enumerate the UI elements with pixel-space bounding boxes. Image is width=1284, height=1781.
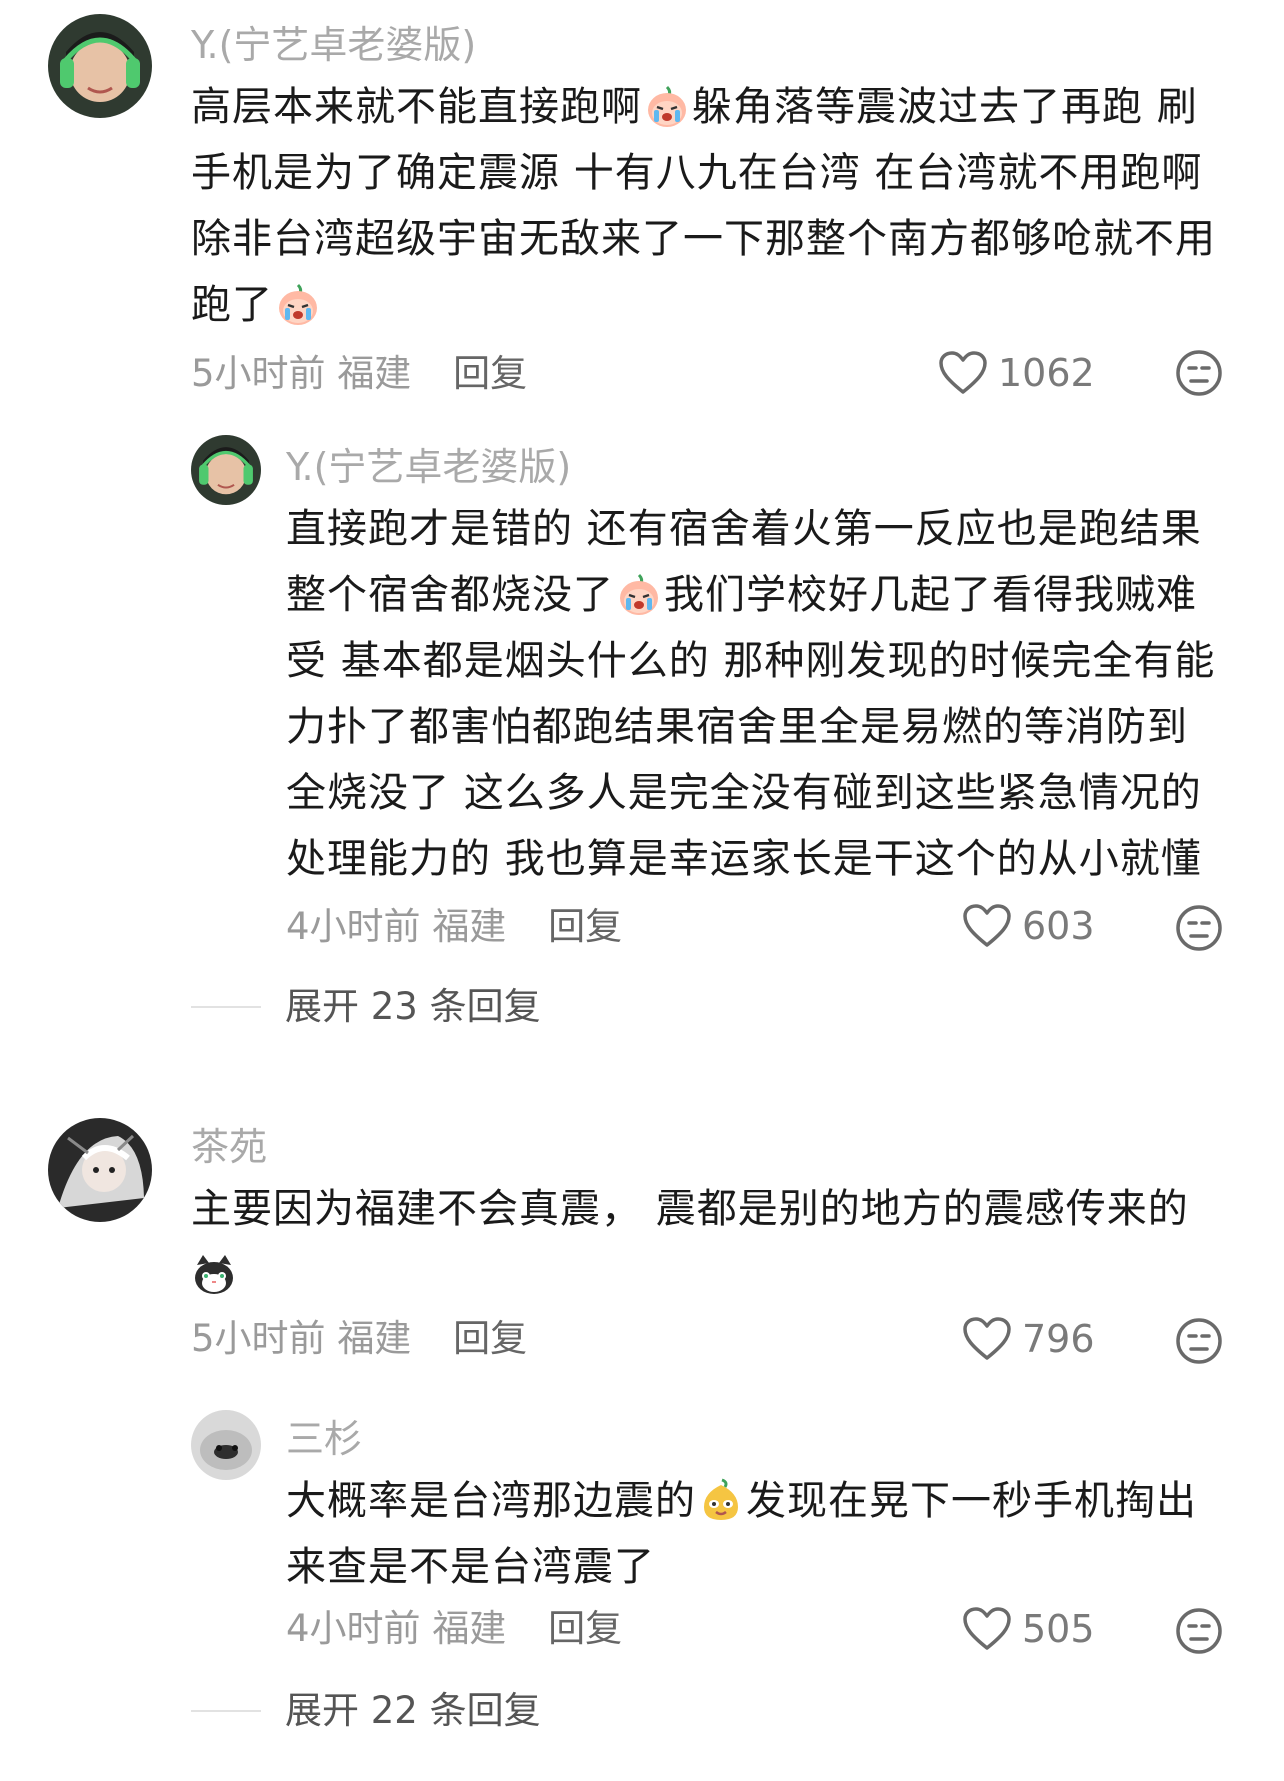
- expand-replies-label: 展开 23 条回复: [285, 985, 541, 1028]
- text-segment: 我们学校好几起了看得我贼难: [664, 572, 1197, 618]
- avatar-image: [48, 1118, 152, 1222]
- reply-button[interactable]: 回复: [548, 905, 622, 948]
- expand-replies-button[interactable]: 展开 23 条回复: [191, 988, 541, 1025]
- divider: [191, 1709, 261, 1712]
- comment-text: 大概率是台湾那边震的 发现在晃下一秒手机掏出 来查是不是台湾震了: [286, 1468, 1197, 1600]
- like-button[interactable]: 505: [962, 1606, 1095, 1652]
- avatar[interactable]: [191, 1410, 261, 1480]
- avatar-image: [191, 1410, 261, 1480]
- heart-icon: [963, 1607, 1011, 1650]
- cat-emoji-icon: [191, 1251, 237, 1297]
- crying-peach-emoji-icon: [644, 83, 690, 129]
- text-segment: 高层本来就不能直接跑啊: [191, 84, 642, 130]
- text-line: 力扑了都害怕都跑结果宿舍里全是易燃的等消防到: [286, 694, 1215, 760]
- text-line: 直接跑才是错的 还有宿舍着火第一反应也是跑结果: [286, 496, 1215, 562]
- expand-replies-label: 展开 22 条回复: [285, 1689, 541, 1732]
- neutral-face-icon: [1176, 905, 1222, 951]
- comment-text: 高层本来就不能直接跑啊 躲角落等震波过去了再跑 刷 手机是为了确定震源 十有八九在…: [191, 74, 1216, 338]
- heart-icon: [963, 904, 1011, 947]
- neutral-face-icon: [1176, 350, 1222, 396]
- text-line: 除非台湾超级宇宙无敌来了一下那整个南方都够呛就不用: [191, 206, 1216, 272]
- text-segment: 受 基本都是烟头什么的 那种刚发现的时候完全有能: [286, 638, 1216, 684]
- text-line: 高层本来就不能直接跑啊 躲角落等震波过去了再跑 刷: [191, 74, 1216, 140]
- comment-meta: 4小时前 福建 回复: [286, 908, 622, 945]
- like-count: 796: [1022, 1317, 1095, 1361]
- text-line: 受 基本都是烟头什么的 那种刚发现的时候完全有能: [286, 628, 1215, 694]
- text-segment: 手机是为了确定震源 十有八九在台湾 在台湾就不用跑啊: [191, 150, 1203, 196]
- comment-meta: 5小时前 福建 回复: [191, 355, 527, 392]
- neutral-face-icon: [1176, 1318, 1222, 1364]
- comment-meta: 5小时前 福建 回复: [191, 1320, 527, 1357]
- like-count: 505: [1022, 1607, 1095, 1651]
- crying-peach-emoji-icon: [616, 571, 662, 617]
- username[interactable]: Y.(宁艺卓老婆版): [191, 26, 476, 64]
- reply-button[interactable]: 回复: [453, 1317, 527, 1360]
- timestamp: 4小时前: [286, 1607, 421, 1650]
- location: 福建: [432, 905, 507, 948]
- like-button[interactable]: 796: [962, 1316, 1095, 1362]
- like-button[interactable]: 1062: [938, 350, 1095, 396]
- text-line: 大概率是台湾那边震的 发现在晃下一秒手机掏出: [286, 1468, 1197, 1534]
- username[interactable]: Y.(宁艺卓老婆版): [286, 448, 571, 486]
- avatar-image: [48, 14, 152, 118]
- text-segment: 力扑了都害怕都跑结果宿舍里全是易燃的等消防到: [286, 704, 1188, 750]
- avatar-image: [191, 435, 261, 505]
- location: 福建: [337, 1317, 412, 1360]
- like-count: 603: [1022, 904, 1095, 948]
- text-segment: 来查是不是台湾震了: [286, 1544, 655, 1590]
- neutral-face-icon: [1176, 1608, 1222, 1654]
- text-segment: 全烧没了 这么多人是完全没有碰到这些紧急情况的: [286, 770, 1202, 816]
- avatar[interactable]: [48, 14, 152, 118]
- text-segment: 跑了: [191, 282, 273, 328]
- text-segment: 发现在晃下一秒手机掏出: [746, 1478, 1197, 1524]
- dislike-button[interactable]: [1174, 348, 1224, 398]
- username[interactable]: 三杉: [286, 1420, 362, 1458]
- crying-peach-emoji-icon: [275, 281, 321, 327]
- text-line: 主要因为福建不会真震， 震都是别的地方的震感传来的: [191, 1176, 1189, 1242]
- location: 福建: [337, 352, 412, 395]
- comment-meta: 4小时前 福建 回复: [286, 1610, 622, 1647]
- text-line: 全烧没了 这么多人是完全没有碰到这些紧急情况的: [286, 760, 1215, 826]
- reply-button[interactable]: 回复: [453, 352, 527, 395]
- text-segment: 躲角落等震波过去了再跑 刷: [692, 84, 1198, 130]
- text-line: 来查是不是台湾震了: [286, 1534, 1197, 1600]
- timestamp: 4小时前: [286, 905, 421, 948]
- timestamp: 5小时前: [191, 352, 326, 395]
- avatar[interactable]: [48, 1118, 152, 1222]
- text-line: 手机是为了确定震源 十有八九在台湾 在台湾就不用跑啊: [191, 140, 1216, 206]
- comment-text: 主要因为福建不会真震， 震都是别的地方的震感传来的: [191, 1176, 1189, 1308]
- username[interactable]: 茶苑: [191, 1128, 267, 1166]
- heart-icon: [963, 1317, 1011, 1360]
- comment-text: 直接跑才是错的 还有宿舍着火第一反应也是跑结果 整个宿舍都烧没了 我们学校好几起了…: [286, 496, 1215, 892]
- expand-replies-button[interactable]: 展开 22 条回复: [191, 1692, 541, 1729]
- avatar[interactable]: [191, 435, 261, 505]
- text-segment: 主要因为福建不会真震， 震都是别的地方的震感传来的: [191, 1186, 1189, 1232]
- text-line: [191, 1242, 1189, 1308]
- smug-pear-emoji-icon: [698, 1477, 744, 1523]
- text-segment: 处理能力的 我也算是幸运家长是干这个的从小就懂: [286, 836, 1202, 882]
- text-segment: 直接跑才是错的 还有宿舍着火第一反应也是跑结果: [286, 506, 1202, 552]
- like-count: 1062: [998, 351, 1095, 395]
- text-line: 整个宿舍都烧没了 我们学校好几起了看得我贼难: [286, 562, 1215, 628]
- text-segment: 大概率是台湾那边震的: [286, 1478, 696, 1524]
- dislike-button[interactable]: [1174, 903, 1224, 953]
- location: 福建: [432, 1607, 507, 1650]
- timestamp: 5小时前: [191, 1317, 326, 1360]
- text-segment: 整个宿舍都烧没了: [286, 572, 614, 618]
- heart-icon: [939, 351, 987, 394]
- reply-button[interactable]: 回复: [548, 1607, 622, 1650]
- divider: [191, 1005, 261, 1008]
- like-button[interactable]: 603: [962, 903, 1095, 949]
- text-line: 处理能力的 我也算是幸运家长是干这个的从小就懂: [286, 826, 1215, 892]
- dislike-button[interactable]: [1174, 1606, 1224, 1656]
- text-segment: 除非台湾超级宇宙无敌来了一下那整个南方都够呛就不用: [191, 216, 1216, 262]
- dislike-button[interactable]: [1174, 1316, 1224, 1366]
- text-line: 跑了: [191, 272, 1216, 338]
